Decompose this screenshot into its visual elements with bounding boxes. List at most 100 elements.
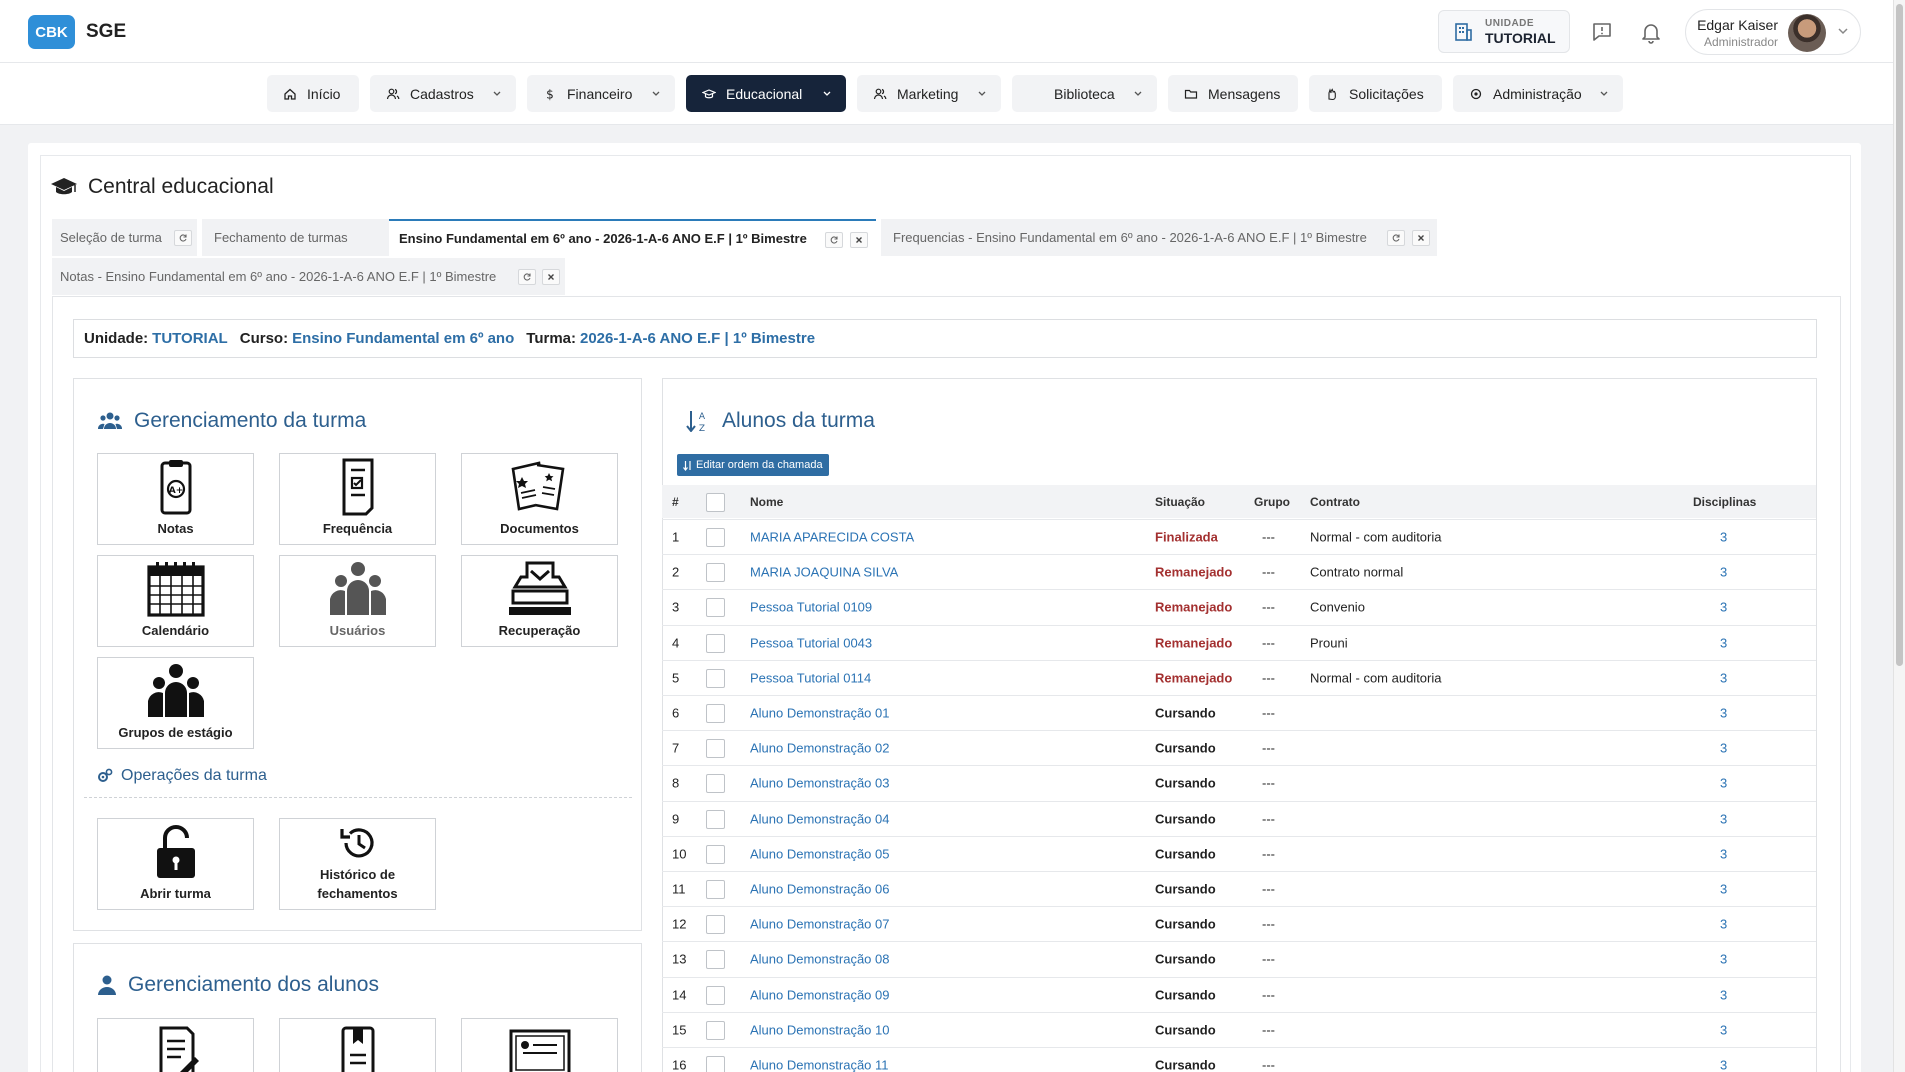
row-checkbox[interactable] xyxy=(706,985,725,1005)
tile-documentos[interactable]: Documentos xyxy=(461,453,618,545)
close-icon[interactable] xyxy=(850,232,868,248)
row-checkbox[interactable] xyxy=(706,704,725,723)
refresh-icon[interactable] xyxy=(1387,230,1405,246)
table-row[interactable]: 4 Pessoa Tutorial 0043 Remanejado --- Prouni… xyxy=(662,624,1816,660)
student-name-link[interactable]: Aluno Demonstração 09 xyxy=(750,987,889,1002)
user-menu[interactable]: Edgar Kaiser Administrador xyxy=(1685,9,1861,55)
student-name-link[interactable]: MARIA APARECIDA COSTA xyxy=(750,530,914,545)
student-name-link[interactable]: Aluno Demonstração 05 xyxy=(750,846,889,861)
row-checkbox[interactable] xyxy=(706,809,725,829)
student-disciplines-link[interactable]: 3 xyxy=(1720,600,1727,615)
table-row[interactable]: 5 Pessoa Tutorial 0114 Remanejado --- Normal… xyxy=(662,659,1816,695)
nav-item-inicio[interactable]: Início xyxy=(267,75,359,112)
table-row[interactable]: 14 Aluno Demonstração 09 Cursando --- 3 xyxy=(662,976,1816,1012)
tile-notas[interactable]: A+ Notas xyxy=(97,453,254,545)
student-disciplines-link[interactable]: 3 xyxy=(1720,882,1727,897)
tile-recuperacao[interactable]: Recuperação xyxy=(461,555,618,647)
student-name-link[interactable]: Aluno Demonstração 06 xyxy=(750,882,889,897)
refresh-icon[interactable] xyxy=(174,230,192,246)
table-row[interactable]: 9 Aluno Demonstração 04 Cursando --- 3 xyxy=(662,800,1816,836)
row-checkbox[interactable] xyxy=(706,668,725,688)
table-row[interactable]: 16 Aluno Demonstração 11 Cursando --- 3 xyxy=(662,1047,1816,1072)
student-name-link[interactable]: Aluno Demonstração 03 xyxy=(750,776,889,791)
tile-student-action-1[interactable] xyxy=(97,1018,254,1072)
edit-roll-order-button[interactable]: Editar ordem da chamada xyxy=(677,454,829,476)
tile-calendario[interactable]: Calendário xyxy=(97,555,254,647)
bell-icon[interactable] xyxy=(1638,19,1664,45)
table-row[interactable]: 3 Pessoa Tutorial 0109 Remanejado --- Conven… xyxy=(662,589,1816,624)
student-name-link[interactable]: Aluno Demonstração 10 xyxy=(750,1022,889,1037)
row-checkbox[interactable] xyxy=(706,633,725,653)
logo-badge[interactable]: CBK xyxy=(28,15,75,49)
row-checkbox[interactable] xyxy=(706,915,725,935)
tab-notas[interactable]: Notas - Ensino Fundamental em 6º ano - 2… xyxy=(52,258,565,295)
close-icon[interactable] xyxy=(1412,230,1430,246)
student-disciplines-link[interactable]: 3 xyxy=(1720,565,1727,580)
refresh-icon[interactable] xyxy=(518,269,536,285)
table-row[interactable]: 7 Aluno Demonstração 02 Cursando --- 3 xyxy=(662,730,1816,765)
refresh-icon[interactable] xyxy=(825,232,843,248)
tab-frequencias[interactable]: Frequencias - Ensino Fundamental em 6º a… xyxy=(881,219,1437,256)
table-row[interactable]: 15 Aluno Demonstração 10 Cursando --- 3 xyxy=(662,1011,1816,1047)
nav-item-financeiro[interactable]: $ Financeiro xyxy=(527,75,675,112)
tile-abrir-turma[interactable]: Abrir turma xyxy=(97,818,254,910)
row-checkbox[interactable] xyxy=(706,1020,725,1040)
student-disciplines-link[interactable]: 3 xyxy=(1720,917,1727,932)
student-disciplines-link[interactable]: 3 xyxy=(1720,670,1727,685)
tile-historico-fechamentos[interactable]: Histórico de fechamentos xyxy=(279,818,436,910)
nav-item-biblioteca[interactable]: Biblioteca xyxy=(1012,75,1157,112)
nav-item-educacional[interactable]: Educacional xyxy=(686,75,846,112)
table-row[interactable]: 6 Aluno Demonstração 01 Cursando --- 3 xyxy=(662,695,1816,730)
tile-grupos-estagio[interactable]: Grupos de estágio xyxy=(97,657,254,749)
row-checkbox[interactable] xyxy=(706,563,725,583)
scrollbar[interactable] xyxy=(1893,0,1905,1072)
row-checkbox[interactable] xyxy=(706,844,725,864)
row-checkbox[interactable] xyxy=(706,950,725,970)
student-name-link[interactable]: Aluno Demonstração 04 xyxy=(750,811,889,826)
nav-item-administracao[interactable]: Administração xyxy=(1453,75,1623,112)
tile-student-action-3[interactable] xyxy=(461,1018,618,1072)
student-disciplines-link[interactable]: 3 xyxy=(1720,530,1727,545)
student-disciplines-link[interactable]: 3 xyxy=(1720,1058,1727,1072)
row-checkbox[interactable] xyxy=(706,739,725,759)
student-disciplines-link[interactable]: 3 xyxy=(1720,776,1727,791)
row-checkbox[interactable] xyxy=(706,774,725,794)
student-name-link[interactable]: Aluno Demonstração 11 xyxy=(750,1058,889,1072)
student-name-link[interactable]: Aluno Demonstração 01 xyxy=(750,706,889,721)
tab-selecao-turma[interactable]: Seleção de turma xyxy=(52,219,197,256)
student-name-link[interactable]: Pessoa Tutorial 0114 xyxy=(750,670,871,685)
chevron-down-icon[interactable] xyxy=(1836,24,1850,38)
student-disciplines-link[interactable]: 3 xyxy=(1720,846,1727,861)
scrollbar-thumb[interactable] xyxy=(1896,4,1903,666)
student-name-link[interactable]: MARIA JOAQUINA SILVA xyxy=(750,565,898,580)
table-row[interactable]: 10 Aluno Demonstração 05 Cursando --- 3 xyxy=(662,835,1816,871)
chat-icon[interactable] xyxy=(1589,19,1615,45)
nav-item-cadastros[interactable]: Cadastros xyxy=(370,75,516,112)
student-disciplines-link[interactable]: 3 xyxy=(1720,811,1727,826)
select-all-checkbox[interactable] xyxy=(706,492,725,512)
tile-frequencia[interactable]: Frequência xyxy=(279,453,436,545)
student-name-link[interactable]: Aluno Demonstração 02 xyxy=(750,741,889,756)
row-checkbox[interactable] xyxy=(706,528,725,547)
table-row[interactable]: 8 Aluno Demonstração 03 Cursando --- 3 xyxy=(662,765,1816,800)
table-row[interactable]: 2 MARIA JOAQUINA SILVA Remanejado --- Contra… xyxy=(662,554,1816,589)
nav-item-marketing[interactable]: Marketing xyxy=(857,75,1001,112)
student-name-link[interactable]: Pessoa Tutorial 0109 xyxy=(750,600,872,615)
student-disciplines-link[interactable]: 3 xyxy=(1720,952,1727,967)
nav-item-solicitacoes[interactable]: Solicitações xyxy=(1309,75,1442,112)
student-disciplines-link[interactable]: 3 xyxy=(1720,635,1727,650)
row-checkbox[interactable] xyxy=(706,880,725,899)
table-row[interactable]: 12 Aluno Demonstração 07 Cursando --- 3 xyxy=(662,906,1816,941)
tab-ensino-fundamental[interactable]: Ensino Fundamental em 6º ano - 2026-1-A-… xyxy=(389,219,876,256)
avatar[interactable] xyxy=(1788,14,1826,52)
tile-usuarios[interactable]: Usuários xyxy=(279,555,436,647)
student-disciplines-link[interactable]: 3 xyxy=(1720,706,1727,721)
student-disciplines-link[interactable]: 3 xyxy=(1720,987,1727,1002)
row-checkbox[interactable] xyxy=(706,1056,725,1072)
unit-selector[interactable]: UNIDADE TUTORIAL xyxy=(1438,10,1570,53)
tile-student-action-2[interactable] xyxy=(279,1018,436,1072)
student-name-link[interactable]: Pessoa Tutorial 0043 xyxy=(750,635,872,650)
student-disciplines-link[interactable]: 3 xyxy=(1720,741,1727,756)
table-row[interactable]: 11 Aluno Demonstração 06 Cursando --- 3 xyxy=(662,871,1816,906)
nav-item-mensagens[interactable]: Mensagens xyxy=(1168,75,1298,112)
